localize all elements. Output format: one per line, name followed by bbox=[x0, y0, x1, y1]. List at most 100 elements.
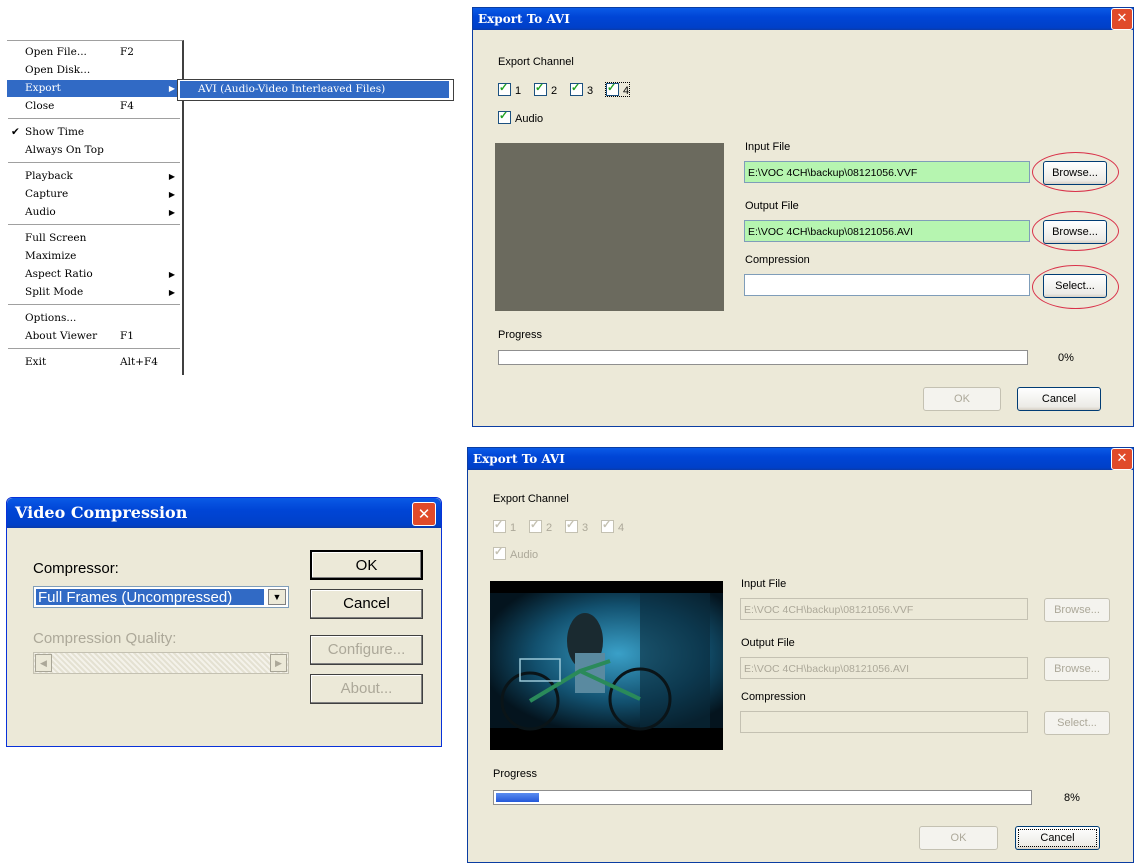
video-frame-image bbox=[490, 581, 723, 750]
channel-1-checkbox[interactable]: 1 bbox=[493, 519, 516, 534]
audio-checkbox[interactable]: Audio bbox=[493, 546, 538, 561]
dialog-title: Video Compression bbox=[15, 503, 188, 522]
annotation-circle bbox=[1032, 152, 1119, 192]
configure-button[interactable]: Configure... bbox=[310, 635, 423, 665]
progress-label: Progress bbox=[498, 329, 543, 341]
checkbox-icon bbox=[529, 519, 542, 533]
menu-item-options[interactable]: Options... bbox=[7, 310, 181, 327]
video-preview bbox=[495, 143, 724, 311]
quality-slider[interactable]: ◀ ▶ bbox=[33, 652, 289, 674]
output-browse-button[interactable]: Browse... bbox=[1044, 657, 1110, 681]
progress-percent: 8% bbox=[1064, 792, 1080, 804]
dialog-title: Export To AVI bbox=[473, 452, 565, 466]
compression-field[interactable] bbox=[740, 711, 1028, 733]
menu-item-playback[interactable]: Playback ▶ bbox=[7, 168, 181, 185]
menu-item-maximize[interactable]: Maximize bbox=[7, 248, 181, 265]
ok-button[interactable]: OK bbox=[919, 826, 998, 850]
ok-button[interactable]: OK bbox=[923, 387, 1001, 411]
menu-item-close[interactable]: Close F4 bbox=[7, 98, 181, 115]
submenu-item-avi[interactable]: AVI (Audio-Video Interleaved Files) bbox=[180, 81, 449, 98]
compression-label: Compression bbox=[741, 691, 806, 703]
submenu-arrow-icon: ▶ bbox=[168, 208, 175, 217]
export-channel-label: Export Channel bbox=[498, 56, 574, 68]
compressor-select[interactable]: Full Frames (Uncompressed) ▼ bbox=[33, 586, 289, 608]
submenu-arrow-icon: ▶ bbox=[168, 288, 175, 297]
submenu-arrow-icon: ▶ bbox=[168, 84, 175, 93]
checkbox-icon bbox=[498, 82, 511, 96]
output-file-field[interactable]: E:\VOC 4CH\backup\08121056.AVI bbox=[740, 657, 1028, 679]
input-file-label: Input File bbox=[741, 578, 787, 590]
progress-percent: 0% bbox=[1058, 352, 1074, 364]
menu-item-split-mode[interactable]: Split Mode ▶ bbox=[7, 284, 181, 301]
export-submenu: AVI (Audio-Video Interleaved Files) bbox=[177, 79, 454, 101]
quality-label: Compression Quality: bbox=[33, 630, 177, 647]
channel-1-checkbox[interactable]: 1 bbox=[498, 82, 521, 97]
checkbox-icon bbox=[601, 519, 614, 533]
channel-4-checkbox[interactable]: 4 bbox=[604, 82, 631, 97]
checkmark-icon: ✔ bbox=[11, 126, 20, 138]
close-icon[interactable]: ✕ bbox=[412, 502, 436, 526]
slider-right-arrow-icon[interactable]: ▶ bbox=[270, 654, 287, 672]
menu-item-always-on-top[interactable]: Always On Top bbox=[7, 142, 181, 159]
cancel-button[interactable]: Cancel bbox=[1015, 826, 1100, 850]
progress-bar bbox=[493, 790, 1032, 805]
compressor-selected-value: Full Frames (Uncompressed) bbox=[36, 589, 264, 606]
channel-2-checkbox[interactable]: 2 bbox=[534, 82, 557, 97]
progress-label: Progress bbox=[493, 768, 538, 780]
export-dialog-bottom: Export To AVI ✕ Export Channel 1 2 3 4 A… bbox=[467, 447, 1134, 863]
title-bar: Video Compression ✕ bbox=[7, 498, 441, 528]
menu-item-open-disk[interactable]: Open Disk... bbox=[7, 62, 181, 79]
cancel-button[interactable]: Cancel bbox=[310, 589, 423, 619]
menu-item-export[interactable]: Export ▶ bbox=[7, 80, 181, 97]
channel-3-checkbox[interactable]: 3 bbox=[570, 82, 593, 97]
chevron-down-icon[interactable]: ▼ bbox=[268, 589, 286, 605]
channel-2-checkbox[interactable]: 2 bbox=[529, 519, 552, 534]
output-file-field[interactable]: E:\VOC 4CH\backup\08121056.AVI bbox=[744, 220, 1030, 242]
compression-field[interactable] bbox=[744, 274, 1030, 296]
menu-item-show-time[interactable]: ✔ Show Time bbox=[7, 124, 181, 141]
channel-4-checkbox[interactable]: 4 bbox=[601, 519, 624, 534]
title-bar: Export To AVI ✕ bbox=[473, 8, 1133, 30]
compression-label: Compression bbox=[745, 254, 810, 266]
checkbox-icon bbox=[493, 519, 506, 533]
input-file-field[interactable]: E:\VOC 4CH\backup\08121056.VVF bbox=[744, 161, 1030, 183]
cancel-button[interactable]: Cancel bbox=[1017, 387, 1101, 411]
export-dialog-top: Export To AVI ✕ Export Channel 1 2 3 4 A… bbox=[472, 7, 1134, 427]
menu-item-audio[interactable]: Audio ▶ bbox=[7, 204, 181, 221]
progress-bar bbox=[498, 350, 1028, 365]
checkbox-icon bbox=[534, 82, 547, 96]
checkbox-icon bbox=[493, 546, 506, 560]
submenu-arrow-icon: ▶ bbox=[168, 270, 175, 279]
menu-item-exit[interactable]: Exit Alt+F4 bbox=[7, 354, 181, 371]
checkbox-icon bbox=[498, 110, 511, 124]
submenu-arrow-icon: ▶ bbox=[168, 190, 175, 199]
menu-separator bbox=[8, 224, 180, 226]
export-channel-label: Export Channel bbox=[493, 493, 569, 505]
menu-separator bbox=[8, 118, 180, 120]
about-button[interactable]: About... bbox=[310, 674, 423, 704]
menu-separator bbox=[8, 348, 180, 350]
menu-item-aspect-ratio[interactable]: Aspect Ratio ▶ bbox=[7, 266, 181, 283]
input-browse-button[interactable]: Browse... bbox=[1044, 598, 1110, 622]
menu-item-open-file[interactable]: Open File... F2 bbox=[7, 44, 181, 61]
audio-checkbox[interactable]: Audio bbox=[498, 110, 543, 125]
context-menu: Open File... F2 Open Disk... Export ▶ Clos… bbox=[7, 40, 184, 375]
dialog-title: Export To AVI bbox=[478, 12, 570, 26]
menu-item-about-viewer[interactable]: About Viewer F1 bbox=[7, 328, 181, 345]
checkbox-icon bbox=[565, 519, 578, 533]
menu-separator bbox=[8, 162, 180, 164]
channel-3-checkbox[interactable]: 3 bbox=[565, 519, 588, 534]
select-compression-button[interactable]: Select... bbox=[1044, 711, 1110, 735]
ok-button[interactable]: OK bbox=[310, 550, 423, 580]
menu-item-full-screen[interactable]: Full Screen bbox=[7, 230, 181, 247]
menu-item-capture[interactable]: Capture ▶ bbox=[7, 186, 181, 203]
close-icon[interactable]: ✕ bbox=[1111, 448, 1133, 470]
checkbox-icon bbox=[606, 82, 619, 96]
submenu-arrow-icon: ▶ bbox=[168, 172, 175, 181]
title-bar: Export To AVI ✕ bbox=[468, 448, 1133, 470]
annotation-circle bbox=[1032, 211, 1119, 251]
close-icon[interactable]: ✕ bbox=[1111, 8, 1133, 30]
input-file-field[interactable]: E:\VOC 4CH\backup\08121056.VVF bbox=[740, 598, 1028, 620]
slider-left-arrow-icon[interactable]: ◀ bbox=[35, 654, 52, 672]
video-preview bbox=[490, 581, 723, 750]
